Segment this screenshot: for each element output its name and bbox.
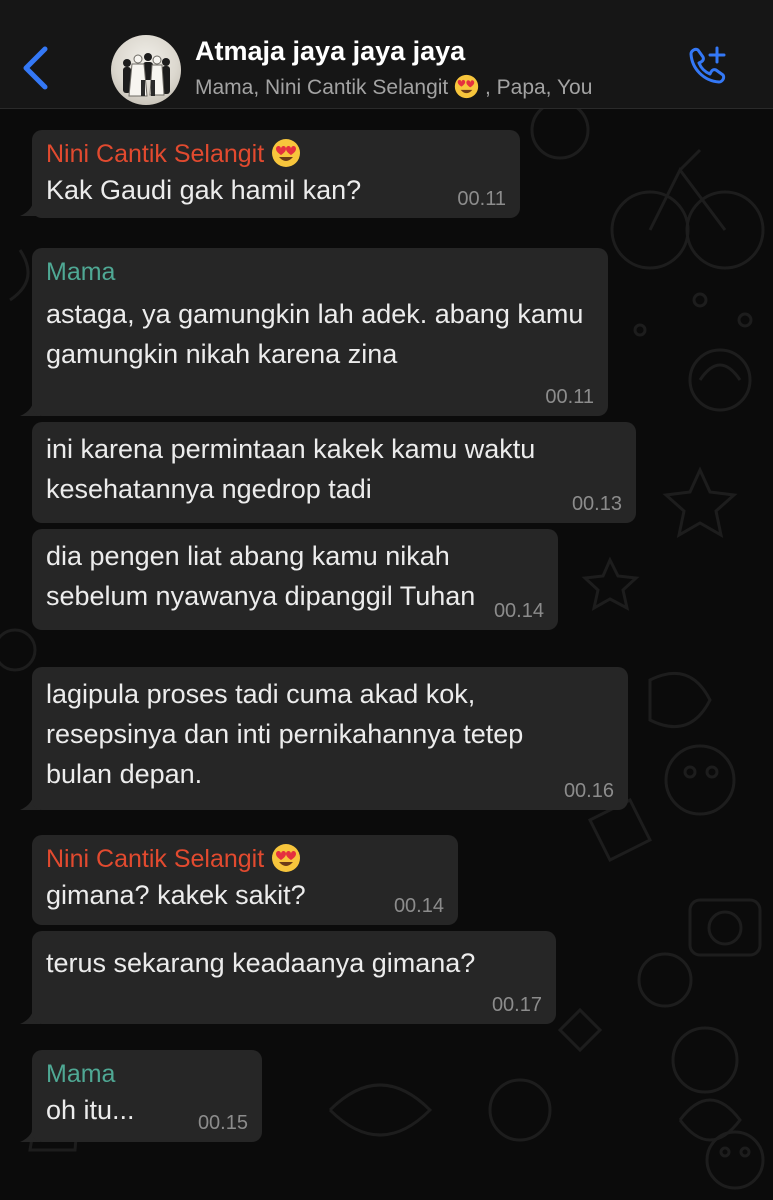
message-sender: Nini Cantik Selangit bbox=[46, 843, 444, 875]
message-bubble[interactable]: Mama oh itu... 00.15 bbox=[32, 1050, 262, 1142]
group-photo bbox=[123, 53, 170, 97]
message-time: 00.17 bbox=[491, 994, 542, 1016]
participants-list: Mama, Nini Cantik Selangit , Papa, You bbox=[195, 74, 592, 100]
message-text: dia pengen liat abang kamu nikah sebelum… bbox=[46, 541, 476, 611]
chat-title[interactable]: Atmaja jaya jaya jaya bbox=[195, 36, 465, 67]
add-call-button[interactable] bbox=[684, 44, 730, 90]
message-bubble[interactable]: Nini Cantik Selangit gimana? kakek sakit… bbox=[32, 835, 458, 925]
message-time: 00.13 bbox=[571, 493, 622, 515]
group-avatar[interactable] bbox=[111, 35, 181, 105]
heart-eyes-emoji bbox=[272, 844, 301, 872]
message-bubble[interactable]: ini karena permintaan kakek kamu waktu k… bbox=[32, 422, 636, 523]
message-text: terus sekarang keadaanya gimana? bbox=[46, 948, 476, 978]
message-text: Kak Gaudi gak hamil kan? bbox=[46, 175, 362, 205]
message-text: ini karena permintaan kakek kamu waktu k… bbox=[46, 434, 536, 504]
sender-name: Nini Cantik Selangit bbox=[46, 845, 265, 873]
message-text: astaga, ya gamungkin lah adek. abang kam… bbox=[46, 299, 584, 369]
message-time: 00.11 bbox=[457, 188, 506, 210]
participants-end: , Papa, You bbox=[484, 76, 593, 99]
add-call-icon bbox=[689, 46, 726, 84]
message-sender: Mama bbox=[46, 1060, 116, 1088]
sender-name: Nini Cantik Selangit bbox=[46, 140, 265, 168]
chat-header: Atmaja jaya jaya jaya Mama, Nini Cantik … bbox=[0, 0, 773, 109]
message-sender: Nini Cantik Selangit bbox=[46, 138, 506, 170]
heart-eyes-emoji bbox=[454, 74, 479, 99]
message-time: 00.11 bbox=[545, 386, 594, 408]
message-time: 00.14 bbox=[493, 600, 544, 622]
message-bubble[interactable]: lagipula proses tadi cuma akad kok, rese… bbox=[32, 667, 628, 810]
message-text: gimana? kakek sakit? bbox=[46, 880, 306, 910]
message-time: 00.15 bbox=[197, 1112, 248, 1134]
message-sender: Mama bbox=[46, 258, 116, 286]
message-bubble[interactable]: terus sekarang keadaanya gimana? 00.17 bbox=[32, 931, 556, 1024]
message-text: lagipula proses tadi cuma akad kok, rese… bbox=[46, 679, 524, 789]
message-bubble[interactable]: Mama astaga, ya gamungkin lah adek. aban… bbox=[32, 248, 608, 416]
message-time: 00.14 bbox=[393, 895, 444, 917]
message-time: 00.16 bbox=[563, 780, 614, 802]
message-list: Nini Cantik Selangit Kak Gaudi gak hamil… bbox=[0, 108, 773, 1200]
heart-eyes-emoji bbox=[272, 139, 301, 167]
message-bubble[interactable]: Nini Cantik Selangit Kak Gaudi gak hamil… bbox=[32, 130, 520, 218]
message-bubble[interactable]: dia pengen liat abang kamu nikah sebelum… bbox=[32, 529, 558, 630]
chevron-left-icon bbox=[23, 46, 48, 90]
back-button[interactable] bbox=[18, 44, 52, 92]
participants-start: Mama, Nini Cantik Selangit bbox=[195, 76, 449, 99]
